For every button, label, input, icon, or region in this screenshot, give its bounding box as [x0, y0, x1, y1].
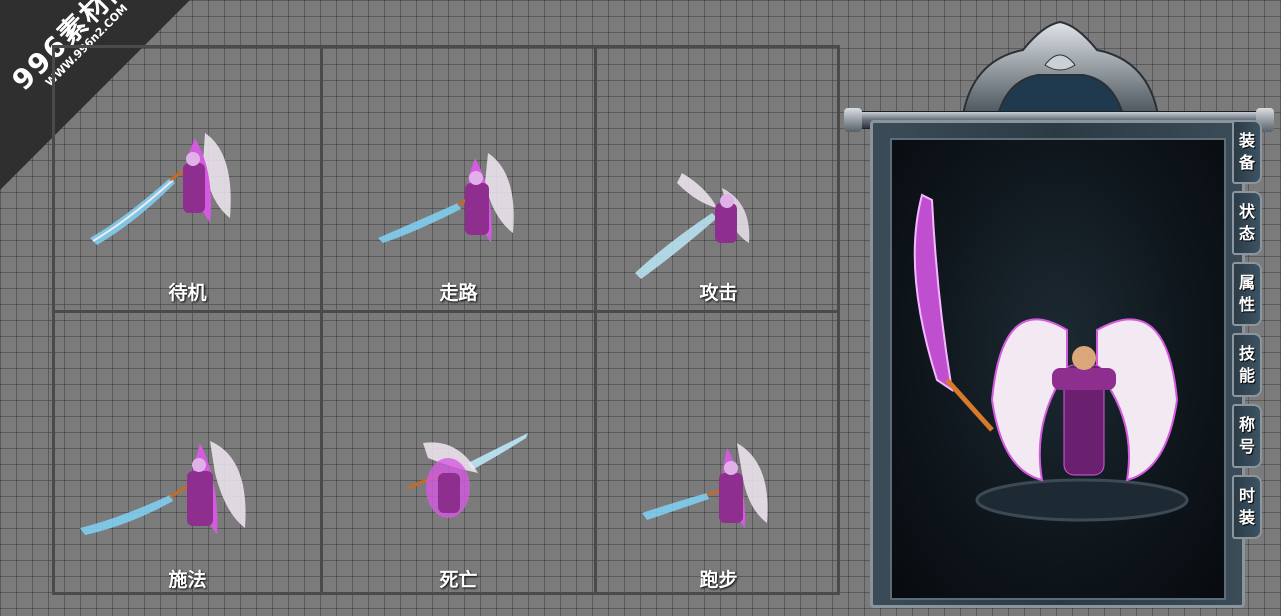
- attack-sprite: [635, 173, 750, 279]
- action-label: 跑步: [699, 569, 738, 591]
- tab-fashion[interactable]: 时装: [1232, 475, 1262, 539]
- action-label: 施法: [168, 569, 207, 591]
- tab-attributes[interactable]: 属性: [1232, 262, 1262, 326]
- action-cell-run[interactable]: 跑步: [597, 313, 840, 595]
- action-cell-death[interactable]: 死亡: [323, 313, 594, 595]
- tab-equipment[interactable]: 装备: [1232, 120, 1262, 184]
- action-cell-cast[interactable]: 施法: [55, 313, 320, 595]
- action-cell-idle[interactable]: 待机: [55, 48, 320, 310]
- cast-sprite: [80, 441, 246, 535]
- character-panel: 装备 状态 属性 技能 称号 时装: [844, 20, 1274, 610]
- action-label: 走路: [439, 282, 478, 304]
- tab-skills[interactable]: 技能: [1232, 333, 1262, 397]
- death-sprite: [407, 433, 528, 518]
- animation-grid: 待机 走路 攻击 施法 死亡 跑步: [52, 45, 840, 595]
- run-sprite: [642, 443, 768, 528]
- walk-sprite: [378, 153, 514, 243]
- character-model: [913, 193, 1189, 522]
- character-preview: [890, 138, 1226, 600]
- action-cell-walk[interactable]: 走路: [323, 48, 594, 310]
- action-label: 死亡: [439, 569, 478, 591]
- tab-status[interactable]: 状态: [1232, 191, 1262, 255]
- tab-title[interactable]: 称号: [1232, 404, 1262, 468]
- panel-crest: [961, 20, 1160, 116]
- action-cell-attack[interactable]: 攻击: [597, 48, 840, 310]
- panel-tabs: 装备 状态 属性 技能 称号 时装: [1232, 120, 1264, 546]
- action-label: 待机: [168, 282, 207, 304]
- idle-sprite: [90, 133, 231, 245]
- action-label: 攻击: [699, 282, 738, 304]
